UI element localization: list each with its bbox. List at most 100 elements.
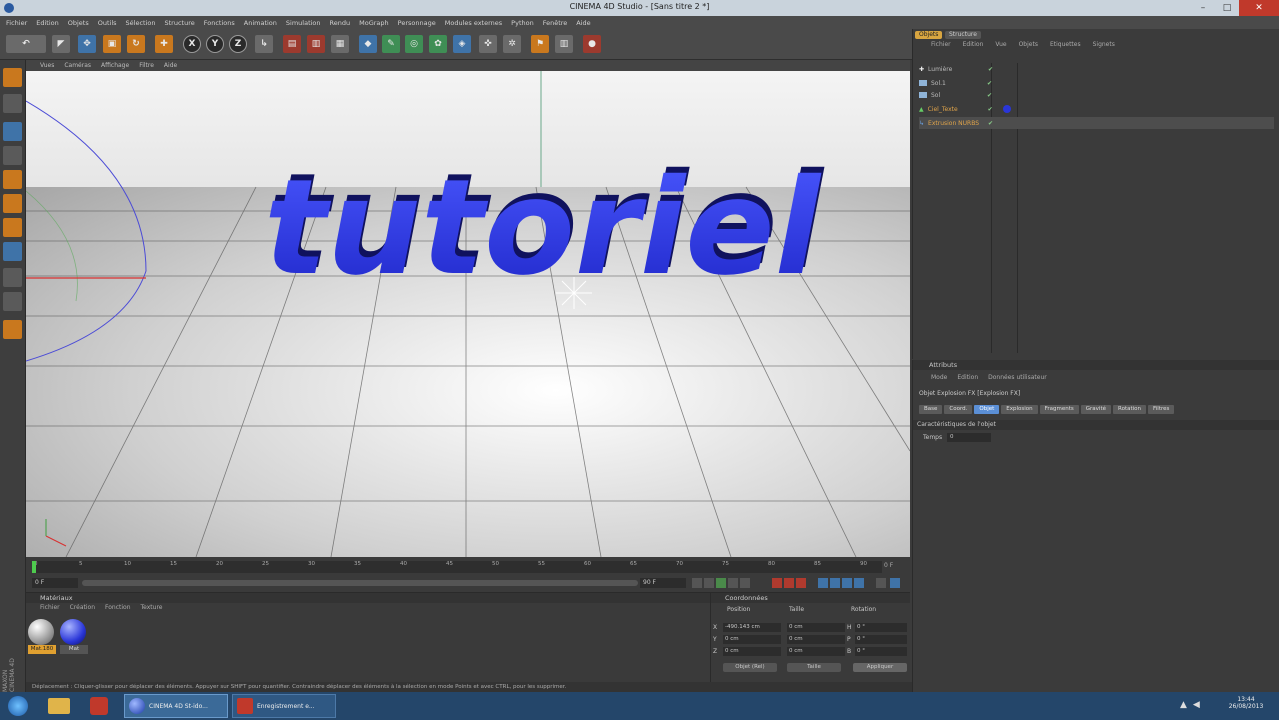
- menu-item[interactable]: Structure: [165, 19, 195, 27]
- menu-item[interactable]: Objets: [68, 19, 89, 27]
- nurbs-icon[interactable]: ◎: [405, 35, 423, 53]
- coordinate-mode-select[interactable]: Objet (Rel): [723, 663, 777, 672]
- objects-menu-item[interactable]: Etiquettes: [1050, 41, 1081, 51]
- attr-tab-fragments[interactable]: Fragments: [1039, 405, 1079, 414]
- scale-icon[interactable]: ▣: [103, 35, 121, 53]
- size-x-field[interactable]: 0 cm: [787, 623, 845, 632]
- snap-icon[interactable]: [3, 292, 22, 311]
- objects-menu-item[interactable]: Fichier: [931, 41, 951, 51]
- objects-menu-item[interactable]: Vue: [995, 41, 1006, 51]
- volume-icon[interactable]: ◀: [1193, 700, 1200, 710]
- menu-item[interactable]: Fichier: [6, 19, 27, 27]
- attr-tab-filters[interactable]: Filtres: [1148, 405, 1175, 414]
- attr-tab-coord[interactable]: Coord.: [944, 405, 973, 414]
- close-button[interactable]: ✕: [1239, 0, 1279, 16]
- environment-icon[interactable]: ✲: [503, 35, 521, 53]
- attr-tab-gravity[interactable]: Gravité: [1080, 405, 1111, 414]
- attr-tab-base[interactable]: Base: [919, 405, 943, 414]
- object-row[interactable]: Sol.1 ✔: [919, 77, 1274, 89]
- rotation-p-field[interactable]: 0 °: [855, 635, 907, 644]
- viewport-menu-item[interactable]: Filtre: [139, 62, 154, 69]
- axis-x-button[interactable]: X: [183, 35, 201, 53]
- visibility-check-icon[interactable]: ✔: [988, 120, 993, 127]
- timeline-ruler[interactable]: 0 5 10 15 20 25 30 35 40 45 50 55 60 65 …: [32, 561, 882, 573]
- maximize-button[interactable]: □: [1215, 0, 1239, 16]
- render-settings-icon[interactable]: ▦: [331, 35, 349, 53]
- clock[interactable]: 13:44 26/08/2013: [1218, 696, 1274, 710]
- size-y-field[interactable]: 0 cm: [787, 635, 845, 644]
- next-frame-icon[interactable]: [728, 578, 738, 588]
- materials-menu-item[interactable]: Texture: [141, 604, 163, 614]
- previous-frame-icon[interactable]: [704, 578, 714, 588]
- autokey-icon[interactable]: [784, 578, 794, 588]
- coordinate-system-icon[interactable]: ↳: [255, 35, 273, 53]
- materials-menu-item[interactable]: Fichier: [40, 604, 60, 614]
- object-row[interactable]: Sol ✔: [919, 89, 1274, 101]
- render-view-icon[interactable]: ▤: [283, 35, 301, 53]
- record-key-icon[interactable]: [772, 578, 782, 588]
- range-slider[interactable]: [82, 580, 638, 586]
- position-y-field[interactable]: 0 cm: [723, 635, 781, 644]
- menu-item[interactable]: Python: [511, 19, 534, 27]
- cube-icon[interactable]: ◆: [359, 35, 377, 53]
- taskbar-power[interactable]: [86, 694, 112, 718]
- render-picture-viewer-icon[interactable]: ▥: [307, 35, 325, 53]
- position-x-field[interactable]: -490.143 cm: [723, 623, 781, 632]
- key-scale-icon[interactable]: [830, 578, 840, 588]
- attr-tab-object[interactable]: Objet: [974, 405, 1000, 414]
- visibility-check-icon[interactable]: ✔: [988, 66, 993, 73]
- materials-menu-item[interactable]: Création: [70, 604, 95, 614]
- network-icon[interactable]: ▲: [1180, 700, 1187, 710]
- menu-item[interactable]: Fenêtre: [543, 19, 568, 27]
- attributes-menu-item[interactable]: Données utilisateur: [988, 374, 1047, 384]
- checkerboard-icon[interactable]: [3, 268, 22, 287]
- go-to-end-icon[interactable]: [740, 578, 750, 588]
- select-icon[interactable]: ◤: [52, 35, 70, 53]
- move-icon[interactable]: ✥: [78, 35, 96, 53]
- minimize-button[interactable]: –: [1191, 0, 1215, 16]
- menu-item[interactable]: Simulation: [286, 19, 321, 27]
- make-editable-icon[interactable]: [3, 68, 22, 87]
- axis-mode-icon[interactable]: [3, 242, 22, 261]
- menu-item[interactable]: Fonctions: [204, 19, 235, 27]
- go-to-start-icon[interactable]: [692, 578, 702, 588]
- apply-button[interactable]: Appliquer: [853, 663, 907, 672]
- objects-menu-item[interactable]: Objets: [1019, 41, 1038, 51]
- taskbar-explorer[interactable]: [44, 694, 74, 718]
- polygons-mode-icon[interactable]: [3, 218, 22, 237]
- points-mode-icon[interactable]: [3, 170, 22, 189]
- menu-item[interactable]: Modules externes: [445, 19, 502, 27]
- texture-mode-icon[interactable]: [3, 146, 22, 165]
- record-icon[interactable]: ●: [583, 35, 601, 53]
- recent-tool-icon[interactable]: ✚: [155, 35, 173, 53]
- menu-item[interactable]: Outils: [98, 19, 117, 27]
- play-icon[interactable]: [716, 578, 726, 588]
- position-z-field[interactable]: 0 cm: [723, 647, 781, 656]
- size-z-field[interactable]: 0 cm: [787, 647, 845, 656]
- object-row[interactable]: ▲ Ciel_Texte ✔: [919, 103, 1274, 115]
- key-parameter-icon[interactable]: [854, 578, 864, 588]
- playhead[interactable]: [32, 561, 36, 573]
- rotation-b-field[interactable]: 0 °: [855, 647, 907, 656]
- attr-tab-explosion[interactable]: Explosion: [1001, 405, 1038, 414]
- workplane-icon[interactable]: [3, 320, 22, 339]
- object-row[interactable]: ↳ Extrusion NURBS ✔: [919, 117, 1274, 129]
- keyframe-selection-icon[interactable]: [796, 578, 806, 588]
- deformer-icon[interactable]: ◈: [453, 35, 471, 53]
- taskbar-cinema4d[interactable]: CINEMA 4D St-ido...: [124, 694, 228, 718]
- menu-item[interactable]: Edition: [36, 19, 59, 27]
- axis-z-button[interactable]: Z: [229, 35, 247, 53]
- model-mode-icon[interactable]: [3, 94, 22, 113]
- time-field[interactable]: 0: [947, 433, 991, 442]
- attributes-menu-item[interactable]: Mode: [931, 374, 947, 384]
- material-swatch[interactable]: Mat: [60, 619, 88, 655]
- menu-item[interactable]: Rendu: [330, 19, 351, 27]
- menu-item[interactable]: Sélection: [126, 19, 156, 27]
- visibility-check-icon[interactable]: ✔: [988, 106, 993, 113]
- camera-icon[interactable]: ⚑: [531, 35, 549, 53]
- menu-item[interactable]: Personnage: [398, 19, 436, 27]
- attr-tab-rotation[interactable]: Rotation: [1113, 405, 1147, 414]
- visibility-check-icon[interactable]: ✔: [987, 92, 992, 99]
- visibility-check-icon[interactable]: ✔: [987, 80, 992, 87]
- objects-menu-item[interactable]: Edition: [963, 41, 984, 51]
